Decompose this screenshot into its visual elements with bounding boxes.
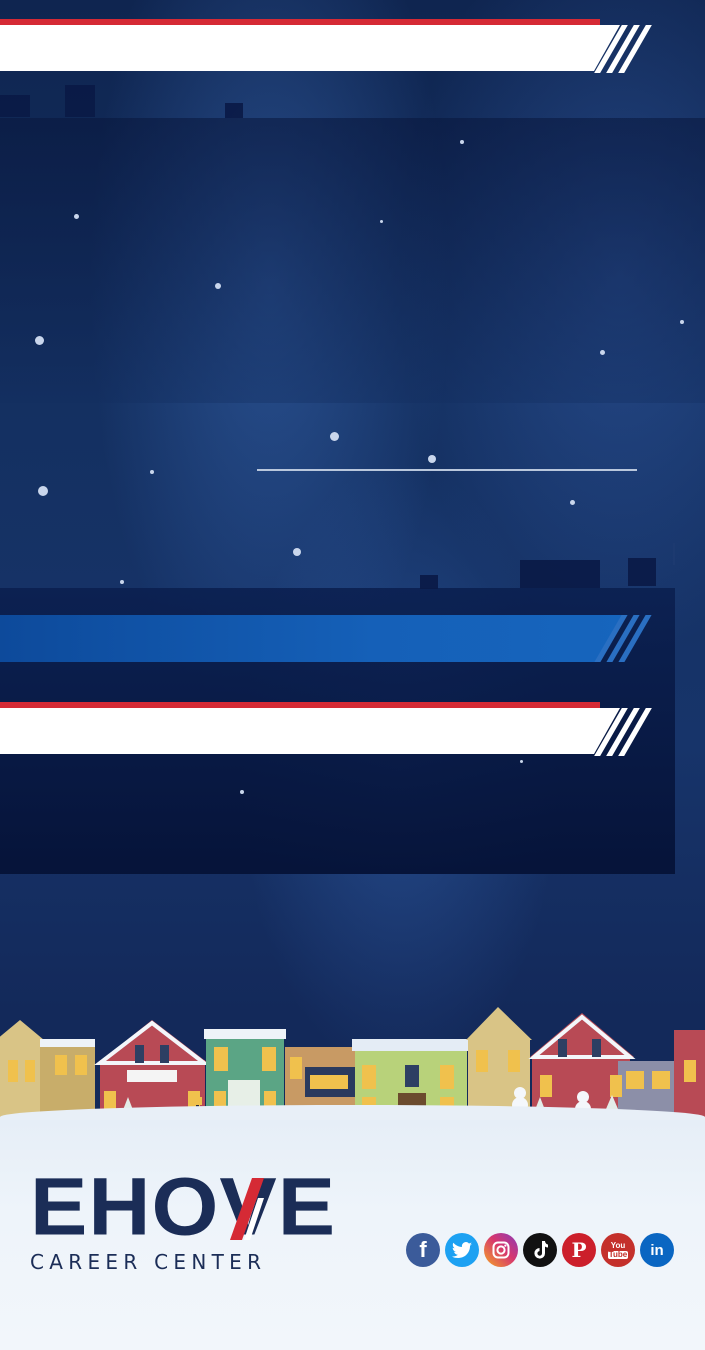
top-banner (0, 25, 620, 71)
pixel-block (65, 85, 95, 117)
pixel-block (628, 558, 656, 586)
logo-red-slash-icon (230, 1178, 264, 1240)
snow-star (215, 283, 221, 289)
snow-star (600, 350, 605, 355)
twitter-icon[interactable] (445, 1233, 479, 1267)
snow-star (680, 320, 684, 324)
snow-star (38, 486, 48, 496)
tiktok-icon[interactable] (523, 1233, 557, 1267)
logo-subtitle: CAREER CENTER (30, 1250, 267, 1274)
snow-star (120, 580, 124, 584)
pixel-block (0, 95, 30, 117)
flyer-page: EHOVE CAREER CENTER f P You Tube in (0, 0, 705, 1350)
snow-star (150, 470, 154, 474)
middle-banner-red-stripe (0, 702, 600, 708)
pixel-block (420, 575, 438, 589)
middle-banner (0, 708, 620, 754)
snow-star (570, 500, 575, 505)
snow-star (460, 140, 464, 144)
snow-star (520, 760, 523, 763)
snow-star (240, 790, 244, 794)
tick-mark (673, 543, 675, 565)
snow-star (74, 214, 79, 219)
snow-star (380, 220, 383, 223)
linkedin-icon[interactable]: in (640, 1233, 674, 1267)
top-banner-red-stripe (0, 19, 600, 25)
divider-line (257, 469, 637, 471)
social-icons: f P You Tube in (406, 1233, 674, 1267)
snow-star (35, 336, 44, 345)
logo-wordmark: EHOVE (30, 1161, 337, 1253)
snow-star (428, 455, 436, 463)
youtube-icon[interactable]: You Tube (601, 1233, 635, 1267)
pixel-block (520, 560, 600, 588)
instagram-icon[interactable] (484, 1233, 518, 1267)
pixel-block (225, 103, 243, 118)
blue-banner (0, 615, 625, 662)
snow-star (330, 432, 339, 441)
pinterest-icon[interactable]: P (562, 1233, 596, 1267)
ehove-logo: EHOVE CAREER CENTER (30, 1161, 337, 1274)
facebook-icon[interactable]: f (406, 1233, 440, 1267)
upper-dark-panel (0, 118, 705, 403)
snow-star (293, 548, 301, 556)
